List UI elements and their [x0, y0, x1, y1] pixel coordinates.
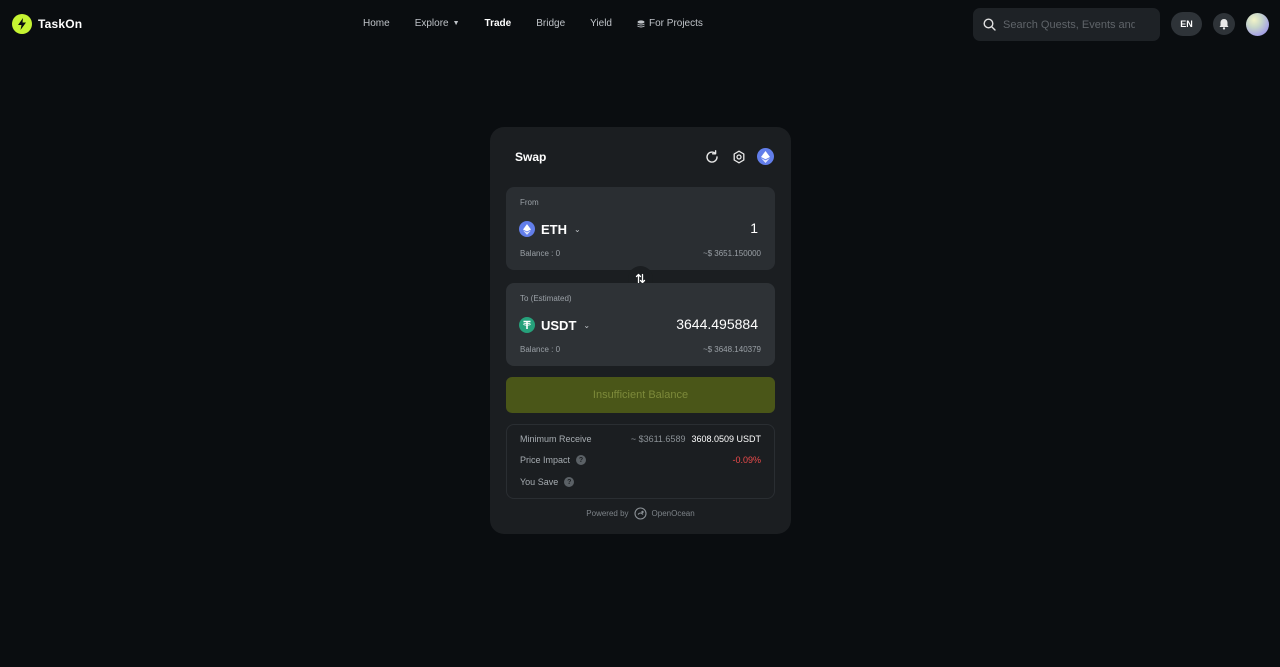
insufficient-balance-button[interactable]: Insufficient Balance	[506, 377, 775, 413]
network-selector[interactable]	[757, 148, 774, 165]
top-header: TaskOn Home Explore ▼ Trade Bridge Yield…	[0, 0, 1280, 48]
language-button[interactable]: EN	[1171, 12, 1202, 36]
brand-name: TaskOn	[38, 17, 83, 31]
provider-name[interactable]: OpenOcean	[652, 509, 695, 518]
nav-home[interactable]: Home	[363, 18, 390, 29]
from-token-selector[interactable]: ETH ⌄	[519, 221, 581, 237]
nav-bridge-label: Bridge	[536, 18, 566, 29]
nav-trade-label: Trade	[484, 18, 512, 29]
to-token-symbol: USDT	[541, 317, 577, 333]
chevron-down-icon: ⌄	[583, 320, 591, 330]
to-token-panel: To (Estimated) USDT ⌄ 3644.495884 Balanc…	[506, 283, 775, 366]
price-impact-value: -0.09%	[732, 455, 761, 465]
help-icon[interactable]: ?	[564, 477, 575, 487]
you-save-row: You Save ?	[520, 477, 575, 487]
you-save-label: You Save	[520, 477, 559, 487]
from-label: From	[520, 198, 539, 207]
min-receive-amount: 3608.0509 USDT	[691, 434, 761, 444]
settings-button[interactable]	[730, 148, 747, 165]
gear-icon	[733, 150, 744, 163]
search-input[interactable]	[1003, 18, 1135, 31]
to-usd-value: ~$ 3648.140379	[702, 345, 761, 354]
from-amount-input[interactable]: 1	[750, 220, 758, 236]
caret-down-icon: ▼	[452, 20, 460, 27]
search-icon	[983, 18, 996, 31]
from-balance: Balance : 0	[520, 249, 561, 258]
stack-icon	[637, 19, 645, 27]
eth-token-icon	[519, 221, 535, 237]
language-label: EN	[1180, 19, 1193, 29]
bell-icon	[1219, 19, 1229, 30]
to-token-selector[interactable]: USDT ⌄	[519, 317, 590, 333]
brand-logo[interactable]: TaskOn	[12, 14, 82, 34]
swap-title: Swap	[515, 150, 547, 164]
to-amount-output: 3644.495884	[676, 316, 758, 332]
swap-toolbar	[703, 148, 774, 165]
nav-trade[interactable]: Trade	[485, 18, 512, 29]
nav-explore-label: Explore	[414, 18, 449, 29]
swap-card: Swap From ETH ⌄ 1 Balance: 0 ~$ 3651.15…	[490, 127, 791, 534]
min-receive-value-group: ~ $3611.6589 3608.0509 USDT	[631, 434, 761, 444]
from-usd-value: ~$ 3651.150000	[702, 249, 761, 258]
taskon-logo-icon	[12, 14, 32, 34]
help-icon[interactable]: ?	[576, 455, 587, 465]
price-impact-row: Price Impact ?	[520, 455, 587, 465]
openocean-logo-icon	[633, 507, 647, 520]
usdt-token-icon	[519, 317, 535, 333]
nav-home-label: Home	[363, 18, 390, 29]
user-avatar[interactable]	[1246, 13, 1269, 36]
from-token-symbol: ETH	[541, 221, 567, 237]
refresh-icon	[705, 149, 718, 163]
notifications-button[interactable]	[1213, 13, 1235, 35]
nav-bridge[interactable]: Bridge	[536, 18, 565, 29]
nav-explore[interactable]: Explore ▼	[415, 18, 460, 29]
powered-by-label: Powered by	[586, 509, 629, 518]
to-balance: Balance : 0	[520, 345, 561, 354]
main-nav: Home Explore ▼ Trade Bridge Yield For Pr…	[363, 18, 703, 29]
nav-for-projects-label: For Projects	[649, 18, 703, 29]
min-receive-label: Minimum Receive	[520, 434, 592, 444]
swap-details: Minimum Receive ~ $3611.6589 3608.0509 U…	[506, 424, 775, 499]
chevron-down-icon: ⌄	[574, 224, 581, 234]
nav-yield[interactable]: Yield	[590, 18, 612, 29]
min-receive-usd: ~ $3611.6589	[630, 434, 686, 444]
search-bar[interactable]	[973, 8, 1160, 41]
ethereum-icon	[761, 150, 770, 163]
nav-yield-label: Yield	[590, 18, 612, 29]
powered-by: Powered by OpenOcean	[490, 507, 791, 520]
from-token-panel: From ETH ⌄ 1 Balance : 0 ~$ 3651.150000	[506, 187, 775, 270]
price-impact-label: Price Impact	[520, 455, 571, 465]
nav-for-projects[interactable]: For Projects	[637, 18, 703, 29]
refresh-button[interactable]	[703, 148, 720, 165]
to-label: To (Estimated)	[520, 294, 572, 303]
